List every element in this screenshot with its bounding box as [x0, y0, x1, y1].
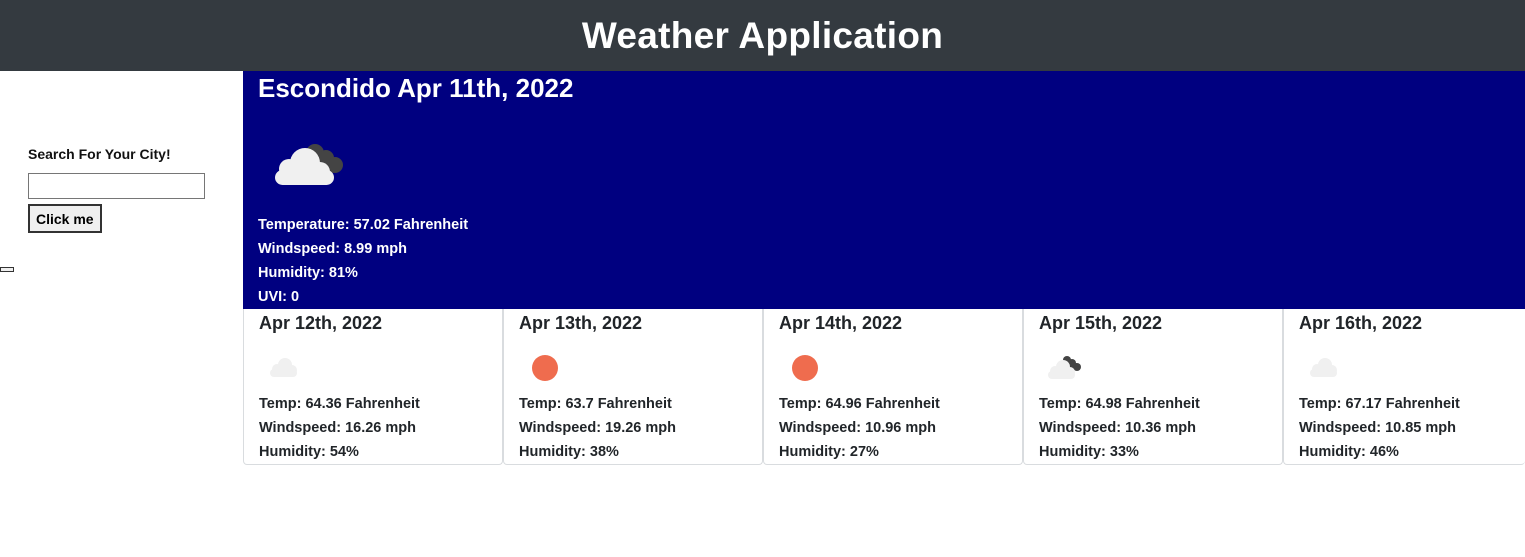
forecast-date: Apr 12th, 2022 [259, 313, 383, 333]
forecast-windspeed: Windspeed: 10.96 mph [779, 420, 936, 436]
forecast-temp: Temp: 64.98 Fahrenheit [1039, 396, 1200, 412]
forecast-humidity: Humidity: 54% [259, 444, 359, 460]
app-title: Weather Application [581, 14, 944, 56]
forecast-windspeed: Windspeed: 10.36 mph [1039, 420, 1196, 436]
forecast-windspeed: Windspeed: 16.26 mph [259, 420, 416, 436]
current-city-date: Escondido Apr 11th, 2022 [258, 73, 574, 103]
forecast-windspeed: Windspeed: 19.26 mph [519, 420, 676, 436]
current-temperature: Temperature: 57.02 Fahrenheit [258, 217, 469, 233]
app-header: Weather Application [0, 0, 1525, 71]
current-uvi: UVI: 0 [258, 289, 300, 305]
forecast-humidity: Humidity: 27% [779, 444, 879, 460]
search-panel: Search For Your City! Click me [0, 71, 243, 557]
current-windspeed: Windspeed: 8.99 mph [258, 241, 407, 257]
forecast-card: Apr 16th, 2022 Temp: 67.17 Fahrenheit Wi… [1283, 309, 1525, 465]
forecast-temp: Temp: 64.36 Fahrenheit [259, 396, 420, 412]
forecast-temp: Temp: 63.7 Fahrenheit [519, 396, 672, 412]
current-weather-panel: Escondido Apr 11th, 2022 Temperature: 57… [243, 71, 1525, 309]
forecast-windspeed: Windspeed: 10.85 mph [1299, 420, 1456, 436]
forecast-temp: Temp: 67.17 Fahrenheit [1299, 396, 1460, 412]
forecast-date: Apr 14th, 2022 [779, 313, 903, 333]
forecast-temp: Temp: 64.96 Fahrenheit [779, 396, 940, 412]
forecast-card: Apr 12th, 2022 Temp: 64.36 Fahrenheit Wi… [243, 309, 503, 465]
clear-sky-icon [784, 351, 824, 381]
forecast-card: Apr 13th, 2022 Temp: 63.7 Fahrenheit Win… [503, 309, 763, 465]
search-label: Search For Your City! [28, 146, 171, 162]
broken-clouds-icon [1044, 351, 1084, 381]
clear-sky-icon [524, 351, 564, 381]
search-button[interactable]: Click me [28, 204, 102, 233]
forecast-date: Apr 15th, 2022 [1039, 313, 1163, 333]
forecast-date: Apr 13th, 2022 [519, 313, 643, 333]
broken-clouds-icon [269, 136, 349, 191]
forecast-card: Apr 15th, 2022 Temp: 64.98 Fahrenheit Wi… [1023, 309, 1283, 465]
forecast-humidity: Humidity: 46% [1299, 444, 1399, 460]
few-clouds-icon [264, 351, 304, 381]
few-clouds-icon [1304, 351, 1344, 381]
forecast-date: Apr 16th, 2022 [1299, 313, 1423, 333]
current-humidity: Humidity: 81% [258, 265, 358, 281]
forecast-card: Apr 14th, 2022 Temp: 64.96 Fahrenheit Wi… [763, 309, 1023, 465]
forecast-humidity: Humidity: 38% [519, 444, 619, 460]
city-search-input[interactable] [28, 173, 205, 199]
five-day-forecast: Apr 12th, 2022 Temp: 64.36 Fahrenheit Wi… [243, 309, 1525, 465]
forecast-humidity: Humidity: 33% [1039, 444, 1139, 460]
search-history-button[interactable] [0, 267, 14, 272]
